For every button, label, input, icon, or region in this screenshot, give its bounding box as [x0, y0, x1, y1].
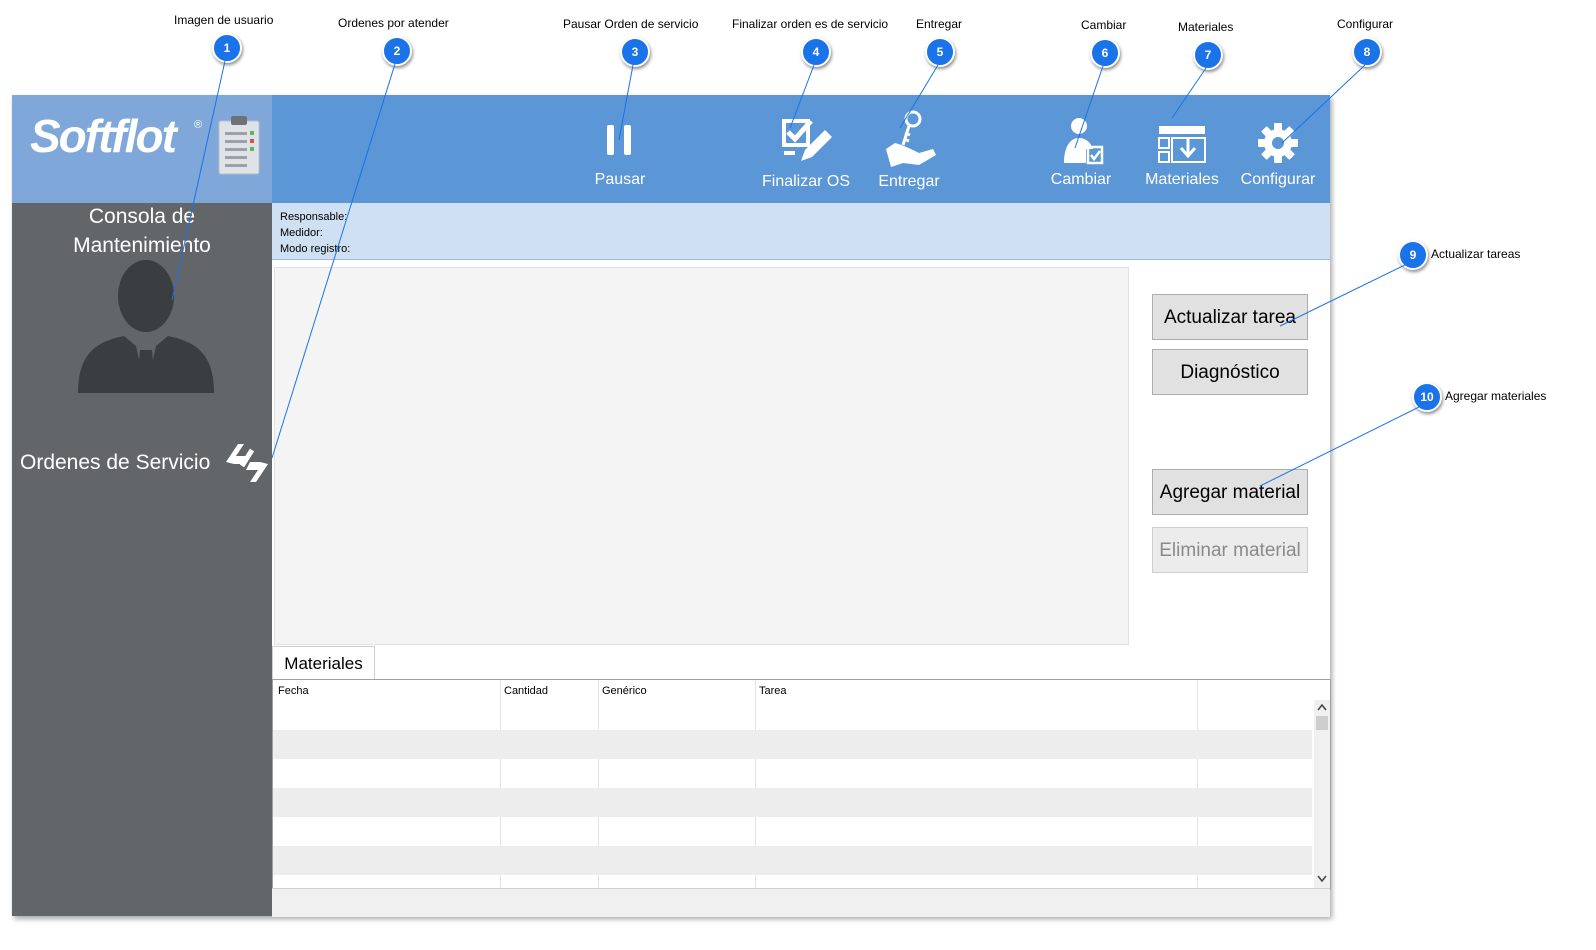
deliver-button[interactable]: Entregar	[864, 95, 954, 203]
annotation-badge-7: 7	[1193, 40, 1223, 70]
delete-material-button[interactable]: Eliminar material	[1152, 527, 1308, 573]
annotation-label-10: Agregar materiales	[1445, 389, 1547, 403]
user-check-icon	[1064, 118, 1104, 165]
materials-icon	[1158, 126, 1206, 163]
annotation-label-8: Configurar	[1337, 17, 1394, 31]
annotation-badge-2: 2	[382, 36, 412, 66]
console-title-line2: Mantenimiento	[73, 234, 211, 257]
configure-button[interactable]: Configurar	[1232, 95, 1324, 203]
materials-button[interactable]: Materiales	[1130, 95, 1234, 203]
add-material-button[interactable]: Agregar material	[1152, 469, 1308, 515]
annotation-label-3: Pausar Orden de servicio	[563, 17, 699, 31]
table-row[interactable]	[273, 788, 1312, 817]
hand-keys-icon	[886, 110, 936, 167]
clipboard-icon	[218, 116, 260, 175]
table-row[interactable]	[273, 817, 1312, 846]
grid-scrollbar[interactable]	[1314, 700, 1330, 889]
responsible-label: Responsable:	[280, 211, 348, 223]
column-header-cantidad[interactable]: Cantidad	[504, 685, 548, 697]
diagnostic-button[interactable]: Diagnóstico	[1152, 349, 1308, 395]
change-label: Cambiar	[1050, 171, 1112, 188]
table-row[interactable]	[273, 846, 1312, 875]
meter-label: Medidor:	[280, 227, 323, 239]
annotation-badge-3: 3	[620, 37, 650, 67]
registered-mark: ®	[194, 119, 203, 131]
annotation-badge-6: 6	[1090, 38, 1120, 68]
materials-label: Materiales	[1145, 171, 1219, 188]
sidebar: Consola de Mantenimiento Ordenes de Serv…	[12, 203, 272, 916]
logo-area: Softflot ®	[12, 95, 272, 203]
column-header-tarea[interactable]: Tarea	[759, 685, 787, 697]
app-window: Softflot ® Pausar Finalizar OS Entregar …	[12, 95, 1331, 917]
annotation-badge-5: 5	[925, 37, 955, 67]
update-task-button[interactable]: Actualizar tarea	[1152, 294, 1308, 340]
pause-icon	[607, 125, 631, 155]
user-avatar-icon	[78, 260, 214, 393]
toolbar: Pausar Finalizar OS Entregar Cambiar Mat…	[272, 95, 1330, 203]
annotation-label-9: Actualizar tareas	[1431, 247, 1521, 261]
column-header-fecha[interactable]: Fecha	[278, 685, 309, 697]
info-bar: Responsable: Medidor: Modo registro:	[272, 203, 1330, 260]
refresh-orders-icon[interactable]	[222, 438, 272, 488]
annotation-badge-10: 10	[1412, 382, 1442, 412]
annotation-label-4: Finalizar orden es de servicio	[732, 17, 889, 31]
tab-materials[interactable]: Materiales	[272, 646, 375, 679]
change-button[interactable]: Cambiar	[1036, 95, 1126, 203]
check-edit-icon	[782, 119, 832, 161]
deliver-label: Entregar	[878, 173, 940, 190]
service-orders-label: Ordenes de Servicio	[20, 451, 211, 474]
gear-icon	[1258, 123, 1298, 163]
annotation-label-7: Materiales	[1178, 20, 1234, 34]
annotation-badge-4: 4	[801, 37, 831, 67]
annotation-badge-8: 8	[1352, 37, 1382, 67]
scroll-thumb[interactable]	[1316, 716, 1328, 730]
pause-button[interactable]: Pausar	[572, 95, 668, 203]
annotation-label-2: Ordenes por atender	[338, 16, 449, 30]
pause-label: Pausar	[594, 171, 646, 188]
task-list-area[interactable]	[274, 267, 1129, 645]
column-header-generico[interactable]: Genérico	[602, 685, 647, 697]
console-title-line1: Consola de	[88, 205, 196, 228]
annotation-badge-1: 1	[212, 33, 242, 63]
table-row[interactable]	[273, 730, 1312, 759]
annotation-label-1: Imagen de usuario	[174, 13, 274, 27]
materials-grid[interactable]: Fecha Cantidad Genérico Tarea	[272, 679, 1331, 890]
scroll-down-icon[interactable]	[1317, 875, 1327, 883]
table-row[interactable]	[273, 759, 1312, 788]
mode-label: Modo registro:	[280, 243, 351, 255]
configure-label: Configurar	[1240, 171, 1316, 188]
annotation-label-5: Entregar	[916, 17, 963, 31]
logo: Softflot	[30, 110, 177, 162]
finish-os-button[interactable]: Finalizar OS	[756, 95, 856, 203]
annotation-label-6: Cambiar	[1081, 18, 1127, 32]
annotation-badge-9: 9	[1398, 240, 1428, 270]
finish-os-label: Finalizar OS	[761, 173, 851, 190]
status-bar	[272, 888, 1330, 917]
scroll-up-icon[interactable]	[1317, 703, 1327, 711]
